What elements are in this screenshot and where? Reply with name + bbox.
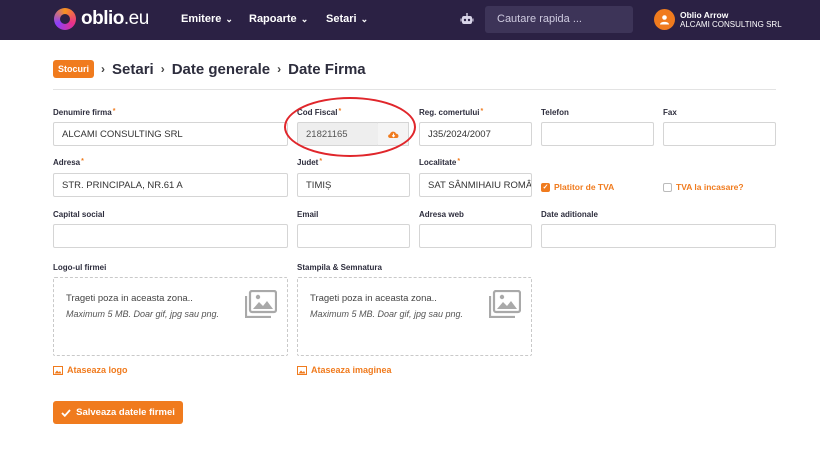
denumire-label: Denumire firma*	[53, 108, 116, 117]
user-icon	[660, 15, 669, 25]
logo-main-text: oblio	[81, 8, 124, 29]
breadcrumb-item-setari[interactable]: Setari	[112, 61, 154, 78]
logo-dropzone[interactable]: Trageti poza in aceasta zona.. Maximum 5…	[53, 277, 288, 356]
fax-label: Fax	[663, 108, 677, 117]
image-placeholder-icon	[245, 290, 277, 318]
robot-icon[interactable]	[460, 12, 474, 26]
checkbox-checked-icon: ✓	[541, 182, 550, 192]
breadcrumb-item-date-generale[interactable]: Date generale	[172, 61, 270, 78]
tva-incasare-checkbox[interactable]: TVA la incasare?	[663, 182, 744, 192]
stampila-drop-text: Trageti poza in aceasta zona..	[310, 293, 437, 304]
attach-logo-link[interactable]: Ataseaza logo	[53, 365, 128, 375]
stampila-dropzone[interactable]: Trageti poza in aceasta zona.. Maximum 5…	[297, 277, 532, 356]
user-name: Oblio Arrow	[680, 10, 729, 20]
image-placeholder-icon	[489, 290, 521, 318]
chevron-down-icon: ⌄	[360, 13, 369, 24]
chevron-down-icon: ⌄	[225, 13, 233, 24]
user-company: ALCAMI CONSULTING SRL	[680, 20, 782, 29]
top-navbar: oblio.eu Emitere ⌄ Rapoarte ⌄ Setari ⌄ Caut…	[0, 0, 820, 40]
web-label: Adresa web	[419, 210, 464, 219]
breadcrumb: Stocuri › Setari › Date generale › Date …	[53, 60, 366, 78]
attach-image-link[interactable]: Ataseaza imaginea	[297, 365, 392, 375]
stocuri-pill-button[interactable]: Stocuri	[53, 60, 95, 78]
reg-com-field[interactable]: J35/2024/2007	[419, 122, 532, 146]
denumire-field[interactable]: ALCAMI CONSULTING SRL	[53, 122, 288, 146]
checkbox-unchecked-icon	[663, 182, 672, 192]
search-input[interactable]: Cautare rapida ...	[485, 6, 633, 33]
telefon-label: Telefon	[541, 108, 569, 117]
logo-drop-text: Trageti poza in aceasta zona..	[66, 293, 193, 304]
stampila-drop-hint: Maximum 5 MB. Doar gif, jpg sau png.	[310, 309, 464, 319]
logo-label: Logo-ul firmei	[53, 263, 107, 272]
nav-emitere[interactable]: Emitere ⌄	[181, 13, 233, 25]
logo-drop-hint: Maximum 5 MB. Doar gif, jpg sau png.	[66, 309, 220, 319]
oblio-logo[interactable]: oblio.eu	[54, 8, 149, 30]
platitor-tva-checkbox[interactable]: ✓ Platitor de TVA	[541, 182, 614, 192]
telefon-field[interactable]	[541, 122, 654, 146]
breadcrumb-separator-icon: ›	[101, 62, 106, 76]
nav-setari[interactable]: Setari ⌄	[326, 13, 368, 25]
user-avatar[interactable]	[654, 9, 675, 30]
header-divider	[53, 89, 776, 90]
nav-rapoarte[interactable]: Rapoarte ⌄	[249, 13, 308, 25]
judet-label: Judet*	[297, 158, 323, 167]
email-label: Email	[297, 210, 319, 219]
highlight-circle	[284, 97, 416, 157]
email-field[interactable]	[297, 224, 410, 248]
stampila-label: Stampila & Semnatura	[297, 263, 382, 272]
chevron-down-icon: ⌄	[300, 13, 309, 24]
user-info[interactable]: Oblio Arrow ALCAMI CONSULTING SRL	[680, 10, 782, 30]
reg-com-label: Reg. comertului*	[419, 108, 484, 117]
logo-suffix-text: .eu	[123, 8, 149, 29]
date-aditionale-label: Date aditionale	[541, 210, 598, 219]
web-field[interactable]	[419, 224, 532, 248]
image-icon	[53, 365, 63, 375]
breadcrumb-separator-icon: ›	[160, 62, 165, 76]
capital-label: Capital social	[53, 210, 105, 219]
capital-field[interactable]	[53, 224, 288, 248]
fax-field[interactable]	[663, 122, 776, 146]
localitate-field[interactable]: SAT SÂNMIHAIU ROMÂN	[419, 173, 532, 197]
adresa-field[interactable]: STR. PRINCIPALA, NR.61 A	[53, 173, 288, 197]
save-button[interactable]: Salveaza datele firmei	[53, 401, 183, 424]
image-icon	[297, 365, 307, 375]
checkmark-icon	[61, 408, 71, 417]
page-title: Date Firma	[288, 60, 366, 78]
adresa-label: Adresa*	[53, 158, 84, 167]
oblio-logo-icon	[54, 8, 76, 30]
date-aditionale-field[interactable]	[541, 224, 776, 248]
localitate-label: Localitate*	[419, 158, 461, 167]
judet-field[interactable]: TIMIȘ	[297, 173, 410, 197]
breadcrumb-separator-icon: ›	[277, 62, 282, 76]
